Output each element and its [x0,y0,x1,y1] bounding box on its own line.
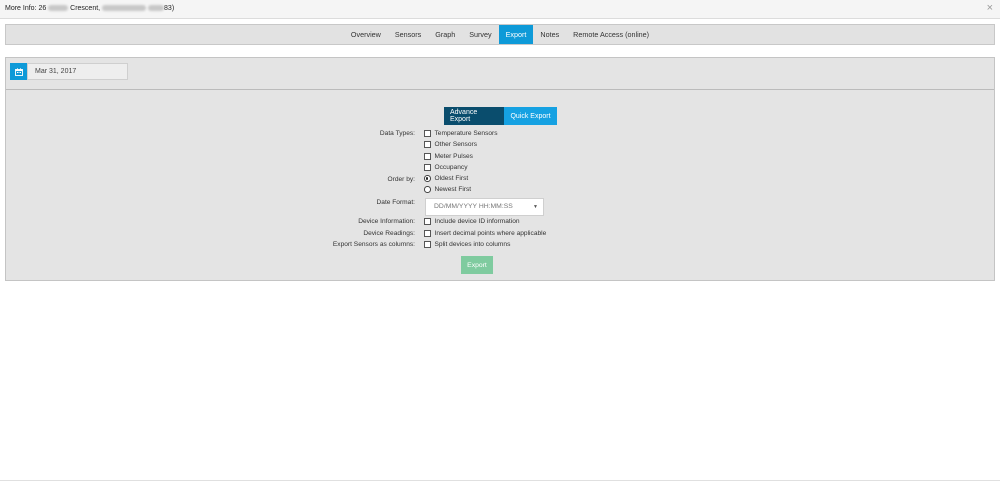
date-row: Mar 31, 2017 [6,58,994,90]
date-format-label: Date Format: [376,199,415,206]
other-sensors-checkbox[interactable] [424,141,431,148]
date-format-select[interactable]: DD/MM/YYYY HH:MM:SS ▼ [425,198,544,216]
export-sensors-label: Export Sensors as columns: [332,241,415,248]
title-middle: Crescent, [70,5,101,12]
temperature-sensors-option[interactable]: Temperature Sensors [424,130,498,137]
redacted-text [148,5,165,12]
decimal-points-checkbox[interactable] [424,230,431,237]
tab-overview[interactable]: Overview [344,25,388,44]
newest-first-radio[interactable] [424,186,431,193]
order-by-label: Order by: [387,176,415,183]
option-label: Newest First [434,186,472,193]
export-panel: Mar 31, 2017 Advance Export Quick Export… [5,57,995,281]
date-input[interactable]: Mar 31, 2017 [27,63,128,80]
export-mode-toggle: Advance Export Quick Export [444,107,557,125]
dialog-titlebar: More Info: 26 Crescent, 83) × [0,0,1000,19]
option-label: Oldest First [434,175,469,182]
calendar-button[interactable] [10,63,27,80]
dialog-title: More Info: 26 Crescent, 83) [5,5,174,12]
tab-graph[interactable]: Graph [428,25,462,44]
redacted-text [48,5,69,12]
oldest-first-option[interactable]: Oldest First [424,175,468,182]
tab-remote-access[interactable]: Remote Access (online) [566,25,656,44]
meter-pulses-option[interactable]: Meter Pulses [424,153,473,160]
data-types-label: Data Types: [379,130,415,137]
option-label: Temperature Sensors [434,130,498,137]
newest-first-option[interactable]: Newest First [424,186,471,193]
device-id-option[interactable]: Include device ID information [424,218,520,225]
decimal-points-option[interactable]: Insert decimal points where applicable [424,230,546,237]
meter-pulses-checkbox[interactable] [424,153,431,160]
tab-bar: Overview Sensors Graph Survey Export Not… [5,24,995,45]
device-information-label: Device Information: [358,218,415,225]
option-label: Occupancy [434,164,468,171]
calendar-icon [14,67,23,76]
tab-notes[interactable]: Notes [533,25,566,44]
date-format-value: DD/MM/YYYY HH:MM:SS [434,203,513,210]
other-sensors-option[interactable]: Other Sensors [424,141,477,148]
temperature-sensors-checkbox[interactable] [424,130,431,137]
option-label: Meter Pulses [434,153,473,160]
title-suffix: 83) [164,5,175,12]
device-id-checkbox[interactable] [424,218,431,225]
oldest-first-radio[interactable] [424,175,431,182]
advance-export-button[interactable]: Advance Export [444,107,504,125]
device-readings-label: Device Readings: [363,230,415,237]
quick-export-button[interactable]: Quick Export [504,107,557,125]
occupancy-option[interactable]: Occupancy [424,164,468,171]
occupancy-checkbox[interactable] [424,164,431,171]
tab-sensors[interactable]: Sensors [388,25,428,44]
option-label: Include device ID information [434,218,520,225]
close-icon[interactable]: × [987,3,993,14]
option-label: Split devices into columns [434,241,511,248]
bottom-divider [0,480,1000,481]
split-devices-checkbox[interactable] [424,241,431,248]
option-label: Insert decimal points where applicable [434,230,547,237]
split-devices-option[interactable]: Split devices into columns [424,241,510,248]
export-button[interactable]: Export [461,256,493,274]
dropdown-arrow-icon: ▼ [533,204,538,210]
redacted-text [102,5,147,12]
option-label: Other Sensors [434,141,478,148]
tab-export[interactable]: Export [498,25,534,44]
title-prefix: More Info: 26 [5,5,47,12]
tab-survey[interactable]: Survey [462,25,498,44]
